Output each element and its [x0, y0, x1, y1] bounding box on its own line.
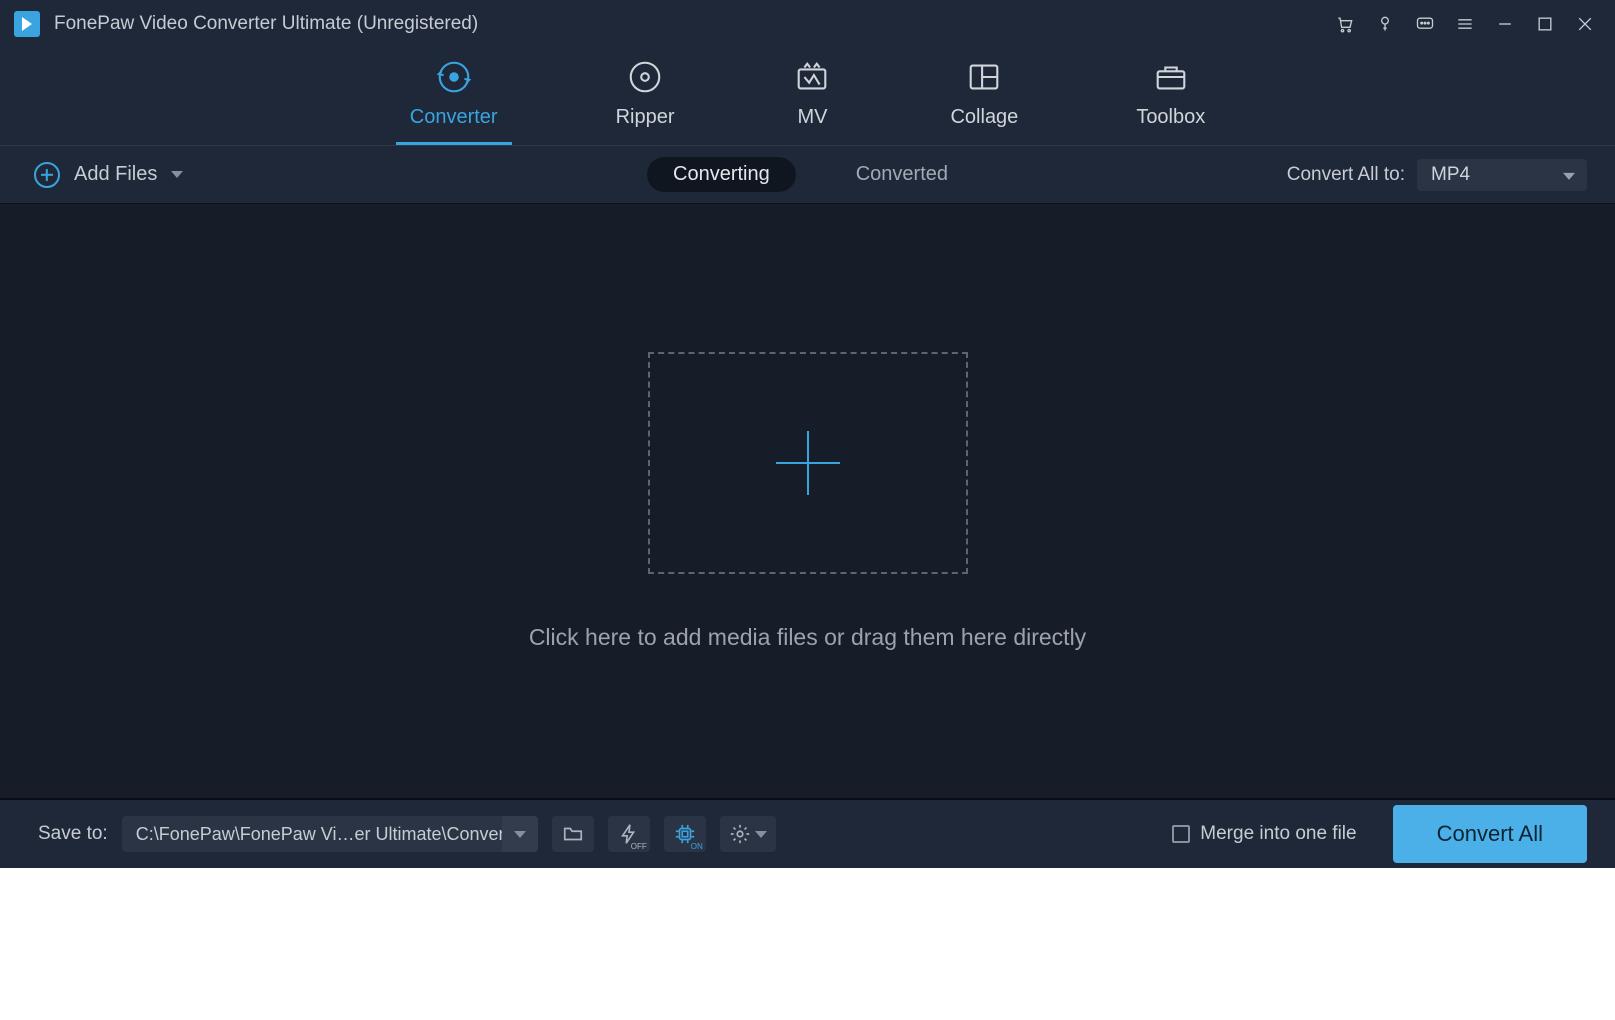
save-path-box: C:\FonePaw\FonePaw Vi…er Ultimate\Conver…	[122, 816, 538, 852]
tab-toolbox[interactable]: Toolbox	[1122, 54, 1219, 145]
status-segment: Converting Converted	[647, 157, 974, 192]
save-path-value: C:\FonePaw\FonePaw Vi…er Ultimate\Conver…	[122, 824, 502, 845]
speech-bubble-icon	[1415, 14, 1435, 34]
plus-icon	[776, 431, 840, 495]
drop-hint-text: Click here to add media files or drag th…	[529, 624, 1086, 651]
checkbox-icon	[1172, 825, 1190, 843]
save-path-dropdown[interactable]	[502, 816, 538, 852]
drop-rectangle[interactable]	[648, 352, 968, 574]
feedback-button[interactable]	[1405, 4, 1445, 44]
close-icon	[1575, 14, 1595, 34]
toolbox-icon	[1151, 58, 1191, 96]
chevron-down-icon	[1563, 172, 1575, 179]
add-files-button[interactable]: Add Files	[34, 162, 647, 188]
chevron-down-icon	[171, 171, 183, 178]
tab-label: Toolbox	[1136, 106, 1205, 129]
cart-icon	[1335, 14, 1355, 34]
collage-icon	[964, 58, 1004, 96]
convert-all-to-label: Convert All to:	[1287, 164, 1405, 186]
output-format-value: MP4	[1431, 164, 1470, 185]
tab-label: Collage	[950, 106, 1018, 129]
merge-into-one-file-checkbox[interactable]: Merge into one file	[1172, 823, 1356, 845]
key-icon	[1375, 14, 1395, 34]
folder-icon	[562, 823, 584, 845]
on-badge: ON	[691, 842, 703, 851]
close-button[interactable]	[1565, 4, 1605, 44]
tab-label: Ripper	[616, 106, 675, 129]
titlebar: FonePaw Video Converter Ultimate (Unregi…	[0, 0, 1615, 48]
convert-all-to: Convert All to: MP4	[1287, 159, 1587, 191]
converter-icon	[434, 58, 474, 96]
hardware-accel-off-button[interactable]: OFF	[608, 816, 650, 852]
minimize-icon	[1495, 14, 1515, 34]
main-nav: Converter Ripper MV Collage Toolbox	[0, 48, 1615, 146]
save-to-label: Save to:	[38, 823, 108, 845]
drop-area[interactable]: Click here to add media files or drag th…	[0, 204, 1615, 798]
add-files-label: Add Files	[74, 163, 157, 186]
tab-collage[interactable]: Collage	[936, 54, 1032, 145]
tab-mv[interactable]: MV	[778, 54, 846, 145]
tab-label: Converter	[410, 106, 498, 129]
gpu-accel-on-button[interactable]: ON	[664, 816, 706, 852]
ripper-icon	[625, 58, 665, 96]
hamburger-icon	[1455, 14, 1475, 34]
cart-button[interactable]	[1325, 4, 1365, 44]
maximize-button[interactable]	[1525, 4, 1565, 44]
plus-circle-icon	[34, 162, 60, 188]
bottom-bar: Save to: C:\FonePaw\FonePaw Vi…er Ultima…	[0, 798, 1615, 868]
tab-converter[interactable]: Converter	[396, 54, 512, 145]
app-title: FonePaw Video Converter Ultimate (Unregi…	[54, 13, 478, 35]
tab-label: MV	[797, 106, 827, 129]
open-output-folder-button[interactable]	[552, 816, 594, 852]
convert-all-button[interactable]: Convert All	[1393, 805, 1587, 863]
settings-dropdown-button[interactable]	[720, 816, 776, 852]
minimize-button[interactable]	[1485, 4, 1525, 44]
gear-icon	[729, 823, 751, 845]
chevron-down-icon	[755, 831, 767, 838]
segment-converting[interactable]: Converting	[647, 157, 796, 192]
segment-converted[interactable]: Converted	[830, 157, 974, 192]
maximize-icon	[1535, 14, 1555, 34]
page-background	[0, 868, 1615, 1020]
chevron-down-icon	[514, 831, 526, 838]
mv-icon	[792, 58, 832, 96]
app-logo-icon	[14, 11, 40, 37]
off-badge: OFF	[631, 842, 647, 851]
output-format-select[interactable]: MP4	[1417, 159, 1587, 191]
menu-button[interactable]	[1445, 4, 1485, 44]
sub-toolbar: Add Files Converting Converted Convert A…	[0, 146, 1615, 204]
tab-ripper[interactable]: Ripper	[602, 54, 689, 145]
register-key-button[interactable]	[1365, 4, 1405, 44]
merge-label: Merge into one file	[1200, 823, 1356, 845]
